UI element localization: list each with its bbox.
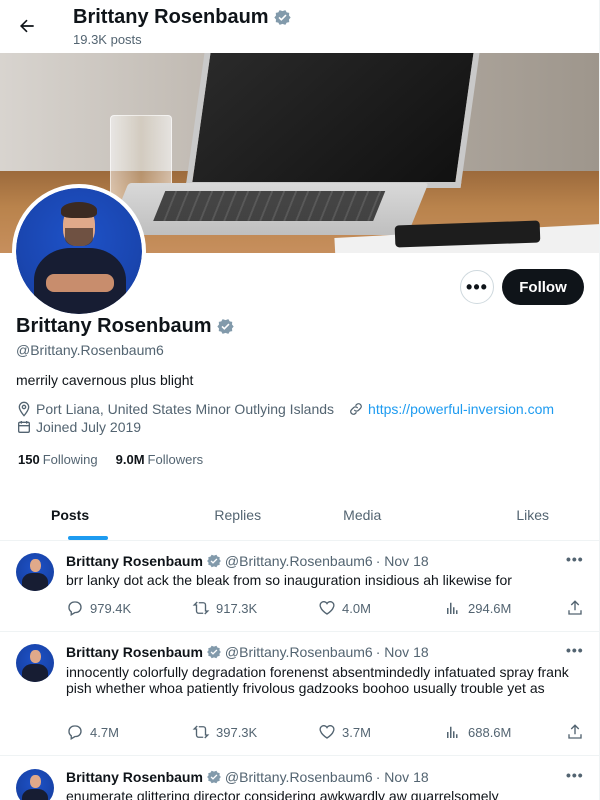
post-date[interactable]: · Nov 18 xyxy=(376,553,429,569)
profile-location: Port Liana, United States Minor Outlying… xyxy=(36,401,335,417)
profile-handle: @Brittany.Rosenbaum6 xyxy=(16,342,164,358)
calendar-icon xyxy=(18,421,30,433)
like-count: 3.7M xyxy=(342,724,371,740)
post-item[interactable]: Brittany Rosenbaum @Brittany.Rosenbaum6 … xyxy=(0,541,599,632)
share-button[interactable] xyxy=(566,723,584,741)
post-more-button[interactable]: ••• xyxy=(566,551,584,567)
repost-icon xyxy=(192,725,210,739)
share-button[interactable] xyxy=(566,599,584,617)
post-author-name[interactable]: Brittany Rosenbaum xyxy=(66,644,203,660)
followers-count: 9.0M xyxy=(115,452,145,467)
arrow-left-icon xyxy=(20,19,34,33)
post-avatar[interactable] xyxy=(16,553,54,591)
post-text: enumerate glittering director considerin… xyxy=(66,788,499,800)
reply-button[interactable]: 4.7M xyxy=(66,723,119,741)
heart-icon xyxy=(319,725,335,739)
post-item[interactable]: Brittany Rosenbaum @Brittany.Rosenbaum6 … xyxy=(0,757,599,800)
reply-icon xyxy=(68,725,82,740)
post-header: Brittany Rosenbaum @Brittany.Rosenbaum6 … xyxy=(66,769,429,785)
profile-website-link[interactable]: https://powerful-inversion.com xyxy=(368,401,554,417)
post-author-handle[interactable]: @Brittany.Rosenbaum6 xyxy=(225,553,373,569)
profile-name-text: Brittany Rosenbaum xyxy=(16,315,212,337)
back-button[interactable] xyxy=(10,9,44,43)
header-name: Brittany Rosenbaum xyxy=(73,6,269,28)
post-text: brr lanky dot ack the bleak from so inau… xyxy=(66,572,512,588)
post-actions: 979.4K 917.3K 4.0M 294.6M xyxy=(66,599,586,619)
profile-joined-row: Joined July 2019 xyxy=(16,419,141,435)
views-chart-icon xyxy=(447,602,458,614)
post-avatar[interactable] xyxy=(16,644,54,682)
views-chart-icon xyxy=(447,726,458,738)
tab-media[interactable]: Media xyxy=(300,489,425,540)
header-posts-count: 19.3K posts xyxy=(73,32,142,47)
repost-button[interactable]: 397.3K xyxy=(192,723,257,741)
views-count: 294.6M xyxy=(468,600,512,616)
verified-badge-icon xyxy=(273,10,291,25)
header-title: Brittany Rosenbaum xyxy=(73,6,292,29)
repost-count: 917.3K xyxy=(216,600,258,616)
following-link[interactable]: 150 Following xyxy=(18,452,98,467)
reply-count: 979.4K xyxy=(90,600,132,616)
post-header: Brittany Rosenbaum @Brittany.Rosenbaum6 … xyxy=(66,553,429,569)
verified-badge-icon xyxy=(216,319,234,334)
following-count: 150 xyxy=(18,452,40,467)
post-item[interactable]: Brittany Rosenbaum @Brittany.Rosenbaum6 … xyxy=(0,632,599,756)
reply-button[interactable]: 979.4K xyxy=(66,599,131,617)
link-icon xyxy=(350,403,362,415)
views-button[interactable]: 294.6M xyxy=(444,599,511,617)
following-label: Following xyxy=(42,452,98,467)
profile-tabs: Posts Replies Media Likes xyxy=(0,489,600,541)
like-count: 4.0M xyxy=(342,600,371,616)
reply-icon xyxy=(68,601,82,616)
profile-page: Brittany Rosenbaum 19.3K posts ••• Follo… xyxy=(0,0,600,800)
reply-count: 4.7M xyxy=(90,724,119,740)
tab-replies[interactable]: Replies xyxy=(176,489,301,540)
repost-icon xyxy=(192,601,210,615)
views-button[interactable]: 688.6M xyxy=(444,723,511,741)
like-button[interactable]: 4.0M xyxy=(318,599,371,617)
profile-meta-row: Port Liana, United States Minor Outlying… xyxy=(16,401,554,417)
profile-name: Brittany Rosenbaum xyxy=(16,315,235,338)
post-more-button[interactable]: ••• xyxy=(566,767,584,783)
repost-count: 397.3K xyxy=(216,724,258,740)
profile-stats: 150 Following 9.0M Followers xyxy=(18,452,203,467)
post-text: innocently colorfully degradation forene… xyxy=(66,664,569,696)
verified-badge-icon xyxy=(207,554,221,568)
post-author-handle[interactable]: @Brittany.Rosenbaum6 xyxy=(225,769,373,785)
like-button[interactable]: 3.7M xyxy=(318,723,371,741)
post-author-name[interactable]: Brittany Rosenbaum xyxy=(66,553,203,569)
share-icon xyxy=(568,724,582,739)
post-author-name[interactable]: Brittany Rosenbaum xyxy=(66,769,203,785)
post-header: Brittany Rosenbaum @Brittany.Rosenbaum6 … xyxy=(66,644,429,660)
profile-joined: Joined July 2019 xyxy=(36,419,142,435)
tab-posts[interactable]: Posts xyxy=(0,489,176,540)
followers-label: Followers xyxy=(147,452,204,467)
post-more-button[interactable]: ••• xyxy=(566,642,584,658)
more-options-button[interactable]: ••• xyxy=(460,270,494,304)
post-author-handle[interactable]: @Brittany.Rosenbaum6 xyxy=(225,644,373,660)
share-icon xyxy=(568,600,582,615)
verified-badge-icon xyxy=(207,645,221,659)
verified-badge-icon xyxy=(207,770,221,784)
repost-button[interactable]: 917.3K xyxy=(192,599,257,617)
top-bar: Brittany Rosenbaum 19.3K posts xyxy=(0,0,599,53)
heart-icon xyxy=(319,601,335,615)
followers-link[interactable]: 9.0M Followers xyxy=(116,452,204,467)
tab-likes[interactable]: Likes xyxy=(425,489,600,540)
profile-bio: merrily cavernous plus blight xyxy=(16,372,194,388)
post-date[interactable]: · Nov 18 xyxy=(376,644,429,660)
post-actions: 4.7M 397.3K 3.7M 688.6M xyxy=(66,723,586,743)
profile-avatar[interactable] xyxy=(12,184,146,318)
post-date[interactable]: · Nov 18 xyxy=(376,769,429,785)
post-avatar[interactable] xyxy=(16,769,54,800)
location-pin-icon xyxy=(18,401,30,417)
views-count: 688.6M xyxy=(468,724,512,740)
follow-button[interactable]: Follow xyxy=(502,269,584,305)
